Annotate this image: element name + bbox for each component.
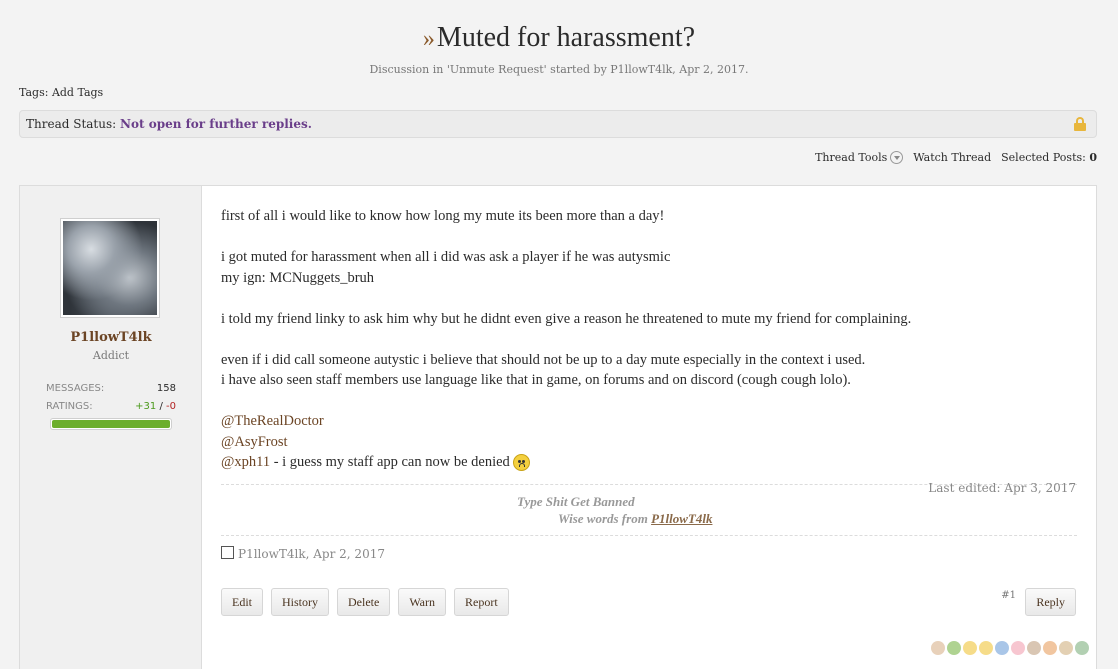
warn-button[interactable]: Warn [398, 588, 446, 616]
message-paragraph-1: first of all i would like to know how lo… [221, 208, 665, 224]
rainbow-icon[interactable] [1043, 641, 1057, 655]
tags-row: Tags: Add Tags [19, 86, 103, 99]
watch-thread-link[interactable]: Watch Thread [913, 151, 991, 164]
thread-date[interactable]: Apr 2, 2017 [679, 63, 745, 76]
post-container: P1llowT4lk Addict MESSAGES: 158 RATINGS:… [19, 185, 1097, 669]
star-icon[interactable] [979, 641, 993, 655]
username-link[interactable]: P1llowT4lk [20, 330, 202, 345]
mention-xph11[interactable]: @xph11 [221, 454, 270, 470]
message-paragraph-3: i told my friend linky to ask him why bu… [221, 310, 912, 327]
select-post-checkbox[interactable] [221, 545, 234, 559]
user-title: Addict [92, 349, 130, 362]
rating-bar [50, 418, 172, 430]
heart-icon[interactable] [1011, 641, 1025, 655]
history-button[interactable]: History [271, 588, 329, 616]
date-end: . [745, 63, 749, 76]
author-link[interactable]: P1llowT4lk [610, 63, 672, 76]
ratings-stat: RATINGS: +31 / -0 [46, 401, 176, 412]
report-button[interactable]: Report [454, 588, 509, 616]
ratings-positive: +31 [135, 401, 157, 412]
ratings-value: +31 / -0 [135, 401, 176, 412]
signature-line-1: Type Shit Get Banned [517, 494, 635, 509]
avatar-image [63, 221, 157, 315]
creeper-icon[interactable] [1075, 641, 1089, 655]
delete-button[interactable]: Delete [337, 588, 391, 616]
messages-label: MESSAGES: [46, 383, 105, 394]
edit-button[interactable]: Edit [221, 588, 263, 616]
message-last-line: - i guess my staff app can now be denied [270, 454, 510, 470]
ratings-negative: -0 [166, 401, 176, 412]
thread-status-bar: Thread Status: Not open for further repl… [19, 110, 1097, 138]
message-paragraph-2a: i got muted for harassment when all i di… [221, 249, 671, 265]
divider [221, 535, 1077, 536]
message-paragraph-4a: even if i did call someone autystic i be… [221, 351, 866, 368]
message-paragraph-2b: my ign: MCNuggets_bruh [221, 269, 375, 286]
status-value: Not open for further replies. [120, 117, 312, 131]
thread-title: »Muted for harassment? [423, 22, 695, 53]
reaction-bar [931, 641, 1089, 655]
thread-tools-label: Thread Tools [815, 151, 888, 164]
post-action-buttons: Edit History Delete Warn Report [221, 588, 509, 616]
title-prefix: » [422, 26, 435, 52]
forum-link[interactable]: Unmute Request [450, 63, 544, 76]
mention-therealdoctor[interactable]: @TheRealDoctor [221, 413, 324, 429]
signature-prefix: Wise words from [558, 511, 652, 526]
smile-icon[interactable] [963, 641, 977, 655]
signature-author-link[interactable]: P1llowT4lk [651, 511, 712, 526]
signature: Type Shit Get Banned Wise words from P1l… [221, 493, 1077, 527]
thread-tools-row: Thread Tools Watch Thread Selected Posts… [815, 151, 1097, 164]
post-number[interactable]: #1 [1001, 590, 1016, 601]
ratings-separator: / [156, 401, 167, 412]
messages-stat: MESSAGES: 158 [46, 383, 176, 394]
selected-posts-count: 0 [1089, 151, 1097, 164]
title-text: Muted for harassment? [436, 22, 696, 53]
avatar[interactable] [60, 218, 160, 318]
thread-subtitle: Discussion in 'Unmute Request' started b… [0, 63, 1118, 76]
mention-asyfrost[interactable]: @AsyFrost [221, 434, 288, 450]
reply-button[interactable]: Reply [1025, 588, 1076, 616]
rating-bar-fill [52, 420, 170, 428]
check-icon[interactable] [947, 641, 961, 655]
selected-posts[interactable]: Selected Posts: 0 [1001, 151, 1097, 164]
thread-title-row: »Muted for harassment? [0, 22, 1118, 54]
messages-value[interactable]: 158 [157, 383, 176, 394]
post-meta: P1llowT4lk, Apr 2, 2017 [221, 545, 385, 561]
wrench-icon[interactable] [1027, 641, 1041, 655]
thread-tools-menu[interactable]: Thread Tools [815, 151, 904, 164]
tags-label: Tags: [19, 86, 49, 99]
post-message: first of all i would like to know how lo… [221, 206, 1077, 473]
signature-line-2: Wise words from P1llowT4lk [221, 510, 1077, 527]
pen-icon[interactable] [1059, 641, 1073, 655]
lock-icon [1074, 117, 1086, 131]
ratings-label: RATINGS: [46, 401, 93, 412]
selected-posts-label: Selected Posts: [1001, 151, 1086, 164]
thread-page: »Muted for harassment? Discussion in 'Un… [0, 0, 1118, 669]
meta-date[interactable]: , Apr 2, 2017 [306, 547, 385, 561]
started-by-prefix: ' started by [543, 63, 611, 76]
discussion-prefix: Discussion in ' [369, 63, 450, 76]
meta-author[interactable]: P1llowT4lk [238, 547, 306, 561]
chevron-down-icon [890, 151, 904, 164]
status-label: Thread Status: [26, 117, 117, 131]
worried-face-icon [512, 454, 530, 472]
message-paragraph-4b: i have also seen staff members use langu… [221, 372, 851, 388]
user-sidebar: P1llowT4lk Addict MESSAGES: 158 RATINGS:… [20, 186, 202, 669]
thumbs-up-icon[interactable] [931, 641, 945, 655]
info-icon[interactable] [995, 641, 1009, 655]
add-tags-link[interactable]: Add Tags [52, 86, 103, 99]
